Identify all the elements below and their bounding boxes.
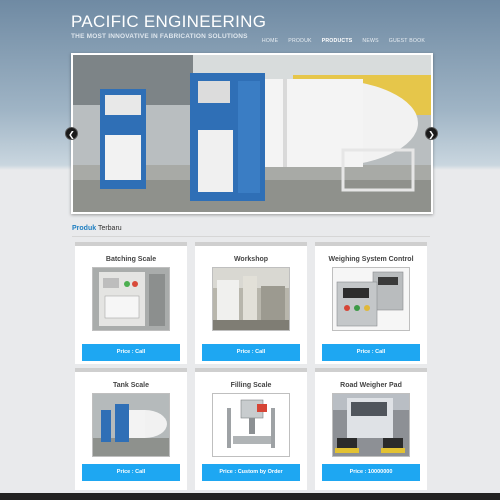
- nav-products[interactable]: PRODUCTS: [322, 38, 353, 44]
- product-title[interactable]: Filling Scale: [195, 382, 307, 389]
- product-title[interactable]: Workshop: [195, 256, 307, 263]
- product-title[interactable]: Tank Scale: [75, 382, 187, 389]
- site-title[interactable]: PACIFIC ENGINEERING: [71, 12, 266, 32]
- site-tagline: THE MOST INNOVATIVE IN FABRICATION SOLUT…: [71, 33, 248, 40]
- price-button[interactable]: Price : Call: [82, 464, 180, 481]
- slider-prev-button[interactable]: ❮: [65, 127, 78, 140]
- section-title-accent: Produk: [72, 225, 97, 232]
- section-title-rest: Terbaru: [96, 225, 122, 232]
- product-image[interactable]: [92, 393, 170, 457]
- price-button[interactable]: Price : Custom by Order: [202, 464, 300, 481]
- product-title[interactable]: Batching Scale: [75, 256, 187, 263]
- product-image[interactable]: [332, 393, 410, 457]
- product-image[interactable]: [212, 267, 290, 331]
- product-card-filling-scale: Filling Scale Price : Custom by Order: [195, 368, 307, 490]
- product-title[interactable]: Road Weigher Pad: [315, 382, 427, 389]
- price-button[interactable]: Price : Call: [322, 344, 420, 361]
- slider-image: [73, 55, 431, 212]
- price-button[interactable]: Price : Call: [82, 344, 180, 361]
- product-title[interactable]: Weighing System Control: [315, 256, 427, 263]
- product-card-road-weigher-pad: Road Weigher Pad Price : 10000000: [315, 368, 427, 490]
- nav-news[interactable]: NEWS: [362, 38, 378, 44]
- slider-next-button[interactable]: ❯: [425, 127, 438, 140]
- header: PACIFIC ENGINEERING THE MOST INNOVATIVE …: [0, 0, 500, 55]
- product-image[interactable]: [332, 267, 410, 331]
- nav-home[interactable]: HOME: [262, 38, 278, 44]
- price-button[interactable]: Price : Call: [202, 344, 300, 361]
- price-button[interactable]: Price : 10000000: [322, 464, 420, 481]
- footer-bar: [0, 493, 500, 500]
- product-image[interactable]: [212, 393, 290, 457]
- section-title: Produk Terbaru: [72, 225, 122, 232]
- hero-slider[interactable]: [71, 53, 433, 214]
- section-divider: [72, 236, 430, 237]
- nav-guest-book[interactable]: GUEST BOOK: [389, 38, 425, 44]
- product-card-weighing-system-control: Weighing System Control Price : Call: [315, 242, 427, 364]
- product-image[interactable]: [92, 267, 170, 331]
- product-card-batching-scale: Batching Scale Price : Call: [75, 242, 187, 364]
- product-card-workshop: Workshop Price : Call: [195, 242, 307, 364]
- nav-produk[interactable]: PRODUK: [288, 38, 311, 44]
- main-nav: HOME PRODUK PRODUCTS NEWS GUEST BOOK: [262, 38, 425, 44]
- product-card-tank-scale: Tank Scale Price : Call: [75, 368, 187, 490]
